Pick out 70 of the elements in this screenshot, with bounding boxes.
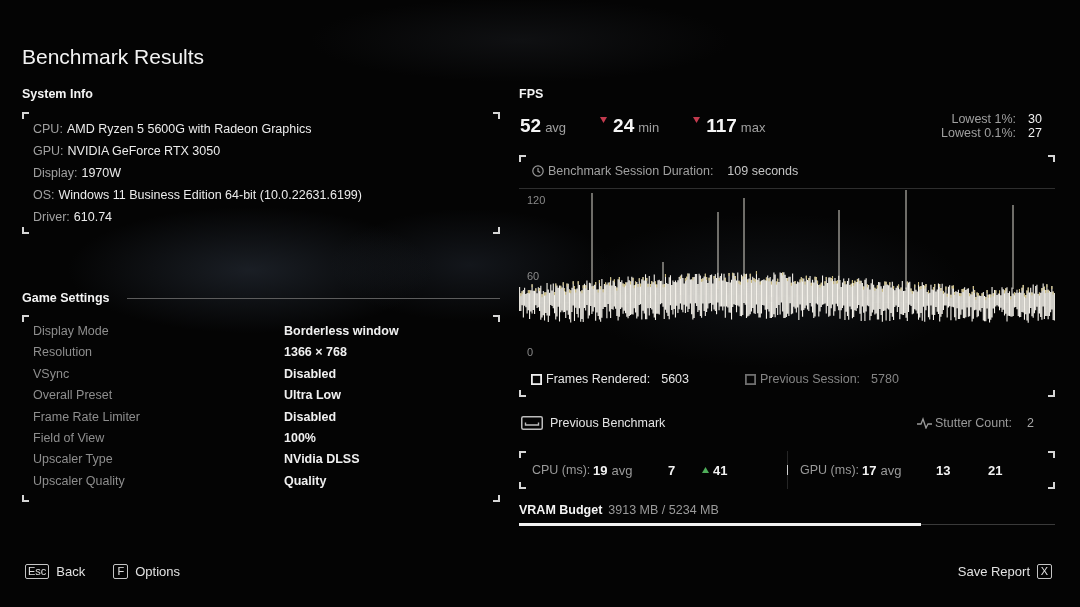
legend-label: Previous Session: [760,372,861,386]
setting-value: NVidia DLSS [284,451,360,469]
setting-value: Disabled [284,365,337,383]
axis-label: 120 [527,193,546,207]
fps-unit: max [740,120,766,135]
legend-label: Frames Rendered: [546,372,651,386]
setting-label: Upscaler Quality [33,472,125,490]
legend-value: 5603 [661,372,690,386]
previous-benchmark-button[interactable]: Previous Benchmark [521,416,666,430]
setting-value: 1366 × 768 [284,344,347,362]
low-value: 30 [1028,112,1042,126]
stutter-label: Stutter Count: [934,416,1013,430]
section-heading: System Info [22,86,93,102]
frame-time-value: 13 [936,462,951,478]
info-label: OS: [33,187,55,204]
setting-value: Borderless window [284,323,399,340]
info-label: Driver: [33,209,70,226]
vram-label: VRAM Budget [519,503,603,517]
duration-label: Benchmark Session Duration: [548,164,714,178]
page-title: Benchmark Results [22,44,205,70]
setting-value: Ultra Low [284,387,341,405]
frame-time-label: CPU (ms): [532,463,592,477]
fps-value: 24 [613,115,635,137]
section-heading: Game Settings [22,290,110,306]
low-label: Lowest 1%: [951,112,1017,126]
stutter-value: 2 [1027,416,1034,430]
pulse-icon [916,417,932,429]
frame-time-value: 7 [668,462,676,478]
frame-time-value: 19 [593,462,608,478]
frame-time-value: 17 [862,462,877,478]
setting-label: Display Mode [33,323,109,340]
info-value: 610.74 [73,209,113,226]
info-label: Display: [33,165,78,182]
frame-time-label: GPU (ms): [800,463,861,477]
info-value: Windows 11 Business Edition 64-bit (10.0.22631.6199) [58,187,362,204]
keycap-icon [521,416,543,430]
setting-value: 100% [284,430,316,448]
fps-unit: avg [545,120,567,135]
setting-label: Frame Rate Limiter [33,408,140,426]
key-prompt-button[interactable]: Save Report X [957,563,1052,579]
section-heading: FPS [519,86,544,102]
frame-time-value: 41 [713,462,728,478]
key-prompt-button[interactable]: F Options [113,563,181,579]
setting-label: Upscaler Type [33,451,113,469]
vram-reading: 3913 MB / 5234 MB [608,503,719,517]
key-prompt-button[interactable]: Esc Back [25,563,86,579]
clock-icon [532,165,544,177]
frame-time-unit: avg [880,462,902,478]
low-value: 27 [1028,126,1042,140]
info-label: CPU: [33,121,63,138]
axis-label: 60 [527,269,540,283]
setting-label: VSync [33,365,70,383]
duration-value: 109 seconds [727,164,799,178]
fps-value: 52 [520,115,542,137]
info-value: 1970W [81,165,122,182]
setting-label: Field of View [33,430,105,448]
legend-value: 5780 [871,372,899,386]
setting-value: Disabled [284,408,337,426]
setting-label: Overall Preset [33,387,113,405]
fps-value: 117 [706,115,737,137]
info-label: GPU: [33,143,64,160]
frame-time-value: 21 [988,462,1003,478]
info-value: AMD Ryzen 5 5600G with Radeon Graphics [66,121,312,138]
low-label: Lowest 0.1%: [941,126,1017,140]
frame-time-unit: avg [611,462,633,478]
fps-unit: min [638,120,660,135]
info-value: NVIDIA GeForce RTX 3050 [67,143,221,160]
axis-label: 0 [527,345,534,359]
setting-value: Quality [284,472,327,490]
setting-label: Resolution [33,344,93,362]
